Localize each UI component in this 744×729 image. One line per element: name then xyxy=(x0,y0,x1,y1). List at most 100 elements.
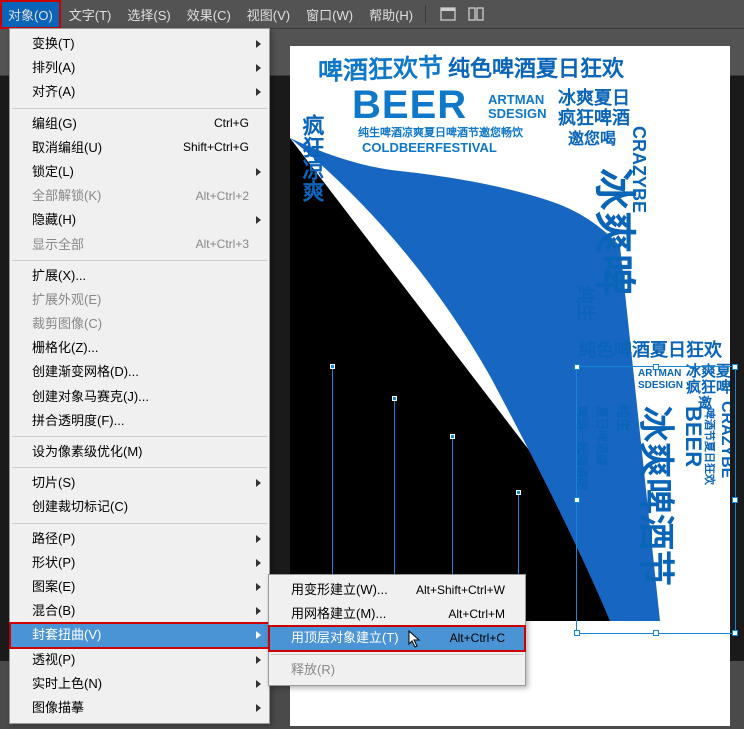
menu-item-label: 编组(G) xyxy=(32,115,77,133)
menu-item-label: 扩展外观(E) xyxy=(32,291,101,309)
menu-item[interactable]: 设为像素级优化(M) xyxy=(10,440,269,464)
menu-item-label: 实时上色(N) xyxy=(32,675,102,693)
art-line2: COLDBEERFESTIVAL xyxy=(362,140,497,155)
menu-item-label: 拼合透明度(F)... xyxy=(32,412,124,430)
menu-item-label: 封套扭曲(V) xyxy=(32,626,101,644)
menu-item-label: 排列(A) xyxy=(32,59,75,77)
submenu-item-shortcut: Alt+Ctrl+M xyxy=(448,606,505,623)
menu-separator xyxy=(12,436,267,437)
menu-item-label: 图像描摹 xyxy=(32,699,84,717)
art-crazy: CRAZYBE xyxy=(629,126,649,213)
art-big2-c: 啤 xyxy=(591,254,638,296)
menu-item-label: 锁定(L) xyxy=(32,163,74,181)
menu-item[interactable]: 创建对象马赛克(J)... xyxy=(10,385,269,409)
submenu-item-label: 用顶层对象建立(T) xyxy=(291,629,399,647)
menu-item-shortcut: Alt+Ctrl+2 xyxy=(196,188,249,205)
menu-item[interactable]: 切片(S) xyxy=(10,471,269,495)
menu-item-label: 栅格化(Z)... xyxy=(32,339,98,357)
submenu-item-label: 用变形建立(W)... xyxy=(291,581,388,599)
menu-type[interactable]: 文字(T) xyxy=(61,0,120,29)
menu-item[interactable]: 图像描摹 xyxy=(10,696,269,720)
menu-item[interactable]: 封套扭曲(V) xyxy=(10,623,269,647)
art-title2: 纯色啤酒夏日狂欢 xyxy=(448,56,625,81)
menu-view[interactable]: 视图(V) xyxy=(239,0,298,29)
object-menu-dropdown: 变换(T) 排列(A) 对齐(A) 编组(G) Ctrl+G 取消编组(U) Shift+C… xyxy=(9,28,270,724)
menu-item[interactable]: 透视(P) xyxy=(10,648,269,672)
menu-item[interactable]: 混合(B) xyxy=(10,599,269,623)
submenu-item[interactable]: 用变形建立(W)... Alt+Shift+Ctrl+W xyxy=(269,578,525,602)
submenu-item-label: 释放(R) xyxy=(291,661,335,679)
envelope-distort-submenu: 用变形建立(W)... Alt+Shift+Ctrl+W 用网格建立(M)... Al… xyxy=(268,574,526,686)
menu-item-shortcut: Shift+Ctrl+G xyxy=(183,139,249,156)
menu-item-label: 创建渐变网格(D)... xyxy=(32,363,139,381)
art-side1: 冰爽夏日 xyxy=(558,87,630,108)
submenu-item-label: 用网格建立(M)... xyxy=(291,605,386,623)
menu-item-label: 混合(B) xyxy=(32,602,75,620)
menu-item-label: 路径(P) xyxy=(32,530,75,548)
menu-item-label: 创建对象马赛克(J)... xyxy=(32,388,149,406)
menu-item[interactable]: 扩展(X)... xyxy=(10,264,269,288)
menu-item-label: 形状(P) xyxy=(32,554,75,572)
menu-item-label: 取消编组(U) xyxy=(32,139,102,157)
art-cool: 纯生 xyxy=(575,286,596,322)
menu-item[interactable]: 创建裁切标记(C) xyxy=(10,495,269,519)
menu-item-label: 设为像素级优化(M) xyxy=(32,443,143,461)
menu-item[interactable]: 形状(P) xyxy=(10,551,269,575)
menu-item[interactable]: 图案(E) xyxy=(10,575,269,599)
menu-separator xyxy=(12,108,267,109)
menu-separator xyxy=(12,523,267,524)
art-side2: 疯狂啤酒 xyxy=(558,107,630,128)
menu-item[interactable]: 实时上色(N) xyxy=(10,672,269,696)
art-tag2: SDESIGN xyxy=(488,106,547,121)
submenu-item[interactable]: 用顶层对象建立(T) Alt+Ctrl+C xyxy=(269,626,525,650)
menu-effect[interactable]: 效果(C) xyxy=(179,0,239,29)
menu-item-label: 图案(E) xyxy=(32,578,75,596)
art-side3: 邀您喝 xyxy=(568,129,616,148)
menu-item-label: 隐藏(H) xyxy=(32,211,76,229)
menu-separator xyxy=(271,654,523,655)
art-tag1: ARTMAN xyxy=(488,92,544,107)
menu-item[interactable]: 取消编组(U) Shift+Ctrl+G xyxy=(10,136,269,160)
menu-item[interactable]: 栅格化(Z)... xyxy=(10,336,269,360)
menu-item[interactable]: 隐藏(H) xyxy=(10,208,269,232)
menu-item[interactable]: 变换(T) xyxy=(10,32,269,56)
menu-item: 显示全部 Alt+Ctrl+3 xyxy=(10,233,269,257)
menu-object[interactable]: 对象(O) xyxy=(0,0,61,29)
menu-item[interactable]: 对齐(A) xyxy=(10,80,269,104)
menu-window[interactable]: 窗口(W) xyxy=(298,0,361,29)
workspace-icon[interactable] xyxy=(438,5,458,23)
submenu-item: 释放(R) xyxy=(269,658,525,682)
menu-item: 扩展外观(E) xyxy=(10,288,269,312)
menu-item[interactable]: 锁定(L) xyxy=(10,160,269,184)
menu-item-label: 创建裁切标记(C) xyxy=(32,498,128,516)
menu-item[interactable]: 排列(A) xyxy=(10,56,269,80)
menu-item-label: 切片(S) xyxy=(32,474,75,492)
menu-item[interactable]: 编组(G) Ctrl+G xyxy=(10,112,269,136)
svg-text:纯色啤酒夏日狂欢: 纯色啤酒夏日狂欢 xyxy=(578,339,723,360)
menubar: 对象(O) 文字(T) 选择(S) 效果(C) 视图(V) 窗口(W) 帮助(H… xyxy=(0,0,744,28)
submenu-item-shortcut: Alt+Ctrl+C xyxy=(450,630,505,647)
menu-item-label: 裁剪图像(C) xyxy=(32,315,102,333)
menu-help[interactable]: 帮助(H) xyxy=(361,0,421,29)
menu-item-shortcut: Alt+Ctrl+3 xyxy=(196,236,249,253)
menu-item-label: 对齐(A) xyxy=(32,83,75,101)
art-big2-b: 爽 xyxy=(591,211,638,253)
menu-item[interactable]: 创建渐变网格(D)... xyxy=(10,360,269,384)
submenu-item-shortcut: Alt+Shift+Ctrl+W xyxy=(416,582,505,599)
menu-separator xyxy=(12,260,267,261)
menu-item[interactable]: 路径(P) xyxy=(10,527,269,551)
art-title1: 啤酒狂欢节 xyxy=(318,53,443,86)
art-beer: BEER xyxy=(352,83,467,127)
menu-item: 全部解锁(K) Alt+Ctrl+2 xyxy=(10,184,269,208)
submenu-item[interactable]: 用网格建立(M)... Alt+Ctrl+M xyxy=(269,602,525,626)
menu-item-shortcut: Ctrl+G xyxy=(214,115,249,132)
menu-item-label: 透视(P) xyxy=(32,651,75,669)
art-line1: 纯生啤酒凉爽夏日啤酒节邀您畅饮 xyxy=(358,125,524,139)
menu-item-label: 全部解锁(K) xyxy=(32,187,101,205)
menu-item[interactable]: 拼合透明度(F)... xyxy=(10,409,269,433)
menu-item: 裁剪图像(C) xyxy=(10,312,269,336)
menu-item-label: 显示全部 xyxy=(32,236,84,254)
menu-item-label: 变换(T) xyxy=(32,35,75,53)
menu-select[interactable]: 选择(S) xyxy=(119,0,178,29)
arrange-icon[interactable] xyxy=(466,5,486,23)
